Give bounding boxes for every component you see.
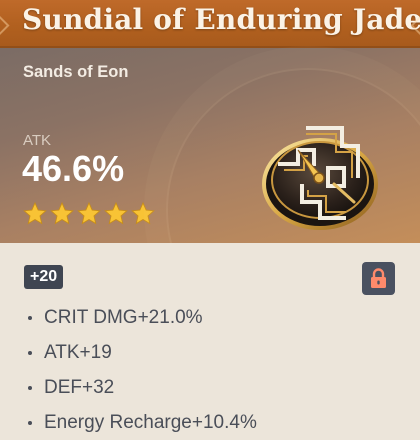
sundial-artifact-icon: [262, 126, 378, 230]
main-stat-value: 46.6%: [22, 148, 125, 189]
rarity-stars: [22, 201, 156, 227]
main-stat-label: ATK: [23, 132, 52, 149]
substat-item: DEF+32: [28, 370, 257, 405]
title-bar: Sundial of Enduring Jade: [0, 0, 420, 48]
artifact-header-panel: Sands of Eon ATK 46.6%: [0, 48, 420, 352]
substat-text: CRIT DMG+21.0%: [44, 306, 203, 328]
substat-text: ATK+19: [44, 341, 112, 363]
substat-item: ATK+19: [28, 335, 257, 370]
lock-icon: [371, 268, 386, 288]
title-bar-left-ornament: [0, 13, 10, 38]
star-icon: [77, 201, 101, 225]
bullet-dot: [28, 385, 32, 390]
substat-item: Energy Recharge+10.4%: [28, 405, 257, 440]
star-icon: [50, 201, 74, 225]
bullet-dot: [28, 420, 32, 425]
substat-text: Energy Recharge+10.4%: [44, 411, 257, 433]
bullet-dot: [28, 315, 32, 320]
artifact-body-panel: +20 CRIT DMG+21.0% ATK+19 DEF+32 Energy Rec…: [0, 243, 420, 440]
artifact-detail-card: Sundial of Enduring Jade Sands of Eon AT…: [0, 0, 420, 440]
level-badge: +20: [24, 265, 64, 289]
star-icon: [131, 201, 155, 225]
substat-list: CRIT DMG+21.0% ATK+19 DEF+32 Energy Recharg…: [28, 300, 257, 440]
substat-text: DEF+32: [44, 376, 115, 398]
star-icon: [104, 201, 128, 225]
artifact-slot-type: Sands of Eon: [23, 63, 129, 81]
star-icon: [23, 201, 47, 225]
lock-button[interactable]: [362, 262, 395, 295]
substat-item: CRIT DMG+21.0%: [28, 300, 257, 335]
artifact-name: Sundial of Enduring Jade: [22, 3, 420, 36]
bullet-dot: [28, 350, 32, 355]
